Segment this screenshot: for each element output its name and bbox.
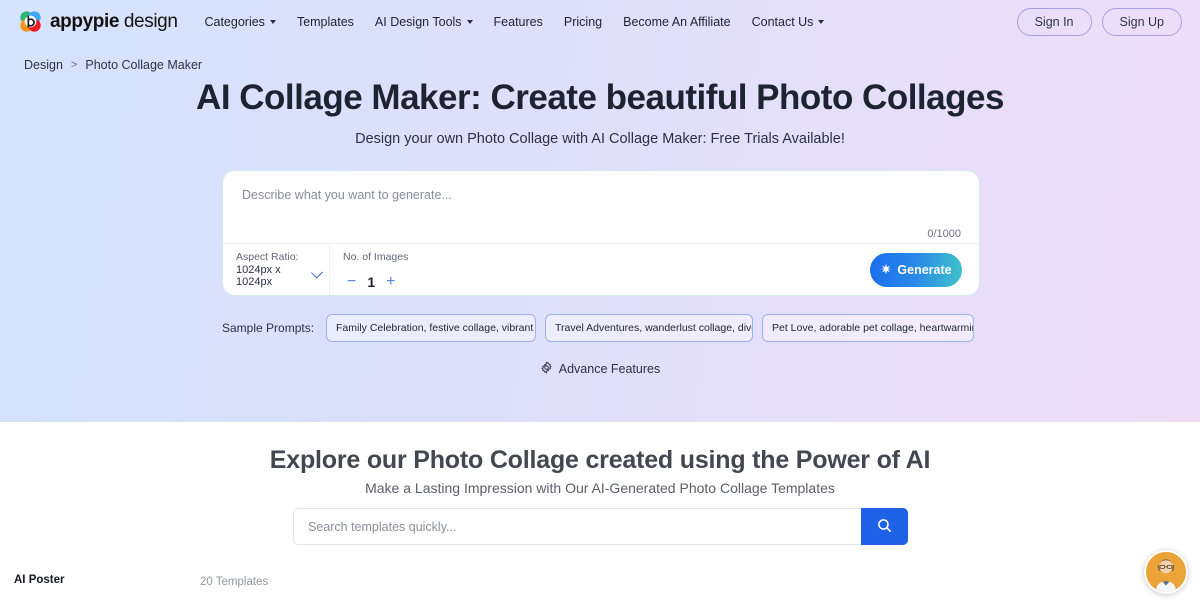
appypie-flower-logo-icon	[18, 9, 43, 34]
search-button[interactable]	[861, 508, 908, 545]
breadcrumb-item-current: Photo Collage Maker	[85, 58, 203, 72]
sparkle-icon	[880, 263, 892, 278]
chevron-down-icon	[818, 19, 825, 24]
nav-links: Categories Templates AI Design Tools Fea…	[204, 14, 825, 29]
auth-buttons: Sign In Sign Up	[1016, 7, 1182, 36]
advance-features-label: Advance Features	[558, 362, 661, 376]
sample-prompt-chip[interactable]: Pet Love, adorable pet collage, heartwar…	[762, 314, 974, 342]
breadcrumb: Design > Photo Collage Maker	[24, 58, 202, 72]
template-results-strip: AI Poster 20 Templates	[0, 570, 1200, 610]
search-input[interactable]	[293, 508, 861, 545]
breadcrumb-item-design[interactable]: Design	[24, 58, 63, 72]
template-count: 20 Templates	[200, 576, 269, 588]
page-title: AI Collage Maker: Create beautiful Photo…	[196, 78, 1004, 117]
generate-button-label: Generate	[897, 263, 952, 277]
generate-button[interactable]: Generate	[870, 253, 962, 287]
generator-card: Describe what you want to generate... 0/…	[222, 170, 980, 296]
aspect-ratio-label: Aspect Ratio:	[236, 250, 299, 263]
quantity-stepper: − 1 +	[347, 273, 395, 290]
quantity-value: 1	[367, 273, 376, 290]
gear-icon	[540, 361, 553, 377]
page-root: appypie design Categories Templates AI D…	[0, 0, 1200, 610]
sign-up-button[interactable]: Sign Up	[1101, 7, 1182, 36]
sample-prompt-chip[interactable]: Family Celebration, festive collage, vib…	[326, 314, 536, 342]
top-navigation-bar: appypie design Categories Templates AI D…	[0, 0, 1200, 43]
number-of-images-control: No. of Images − 1 +	[330, 244, 450, 296]
explore-section-subtitle: Make a Lasting Impression with Our AI-Ge…	[365, 480, 835, 496]
brand-name: appypie design	[50, 10, 178, 32]
explore-section-title: Explore our Photo Collage created using …	[269, 446, 931, 474]
aspect-ratio-select[interactable]: Aspect Ratio: 1024px x 1024px	[223, 244, 329, 296]
nav-item-templates[interactable]: Templates	[297, 15, 354, 29]
increment-button[interactable]: +	[386, 273, 395, 290]
nav-label: Templates	[296, 14, 354, 29]
nav-label: Become An Affiliate	[623, 14, 731, 29]
nav-label: AI Design Tools	[374, 14, 462, 29]
nav-item-become-an-affiliate[interactable]: Become An Affiliate	[623, 15, 730, 29]
sample-prompt-chip[interactable]: Travel Adventures, wanderlust collage, d…	[545, 314, 753, 342]
sample-prompts-row: Sample Prompts: Family Celebration, fest…	[222, 314, 980, 342]
sign-in-button[interactable]: Sign In	[1016, 7, 1092, 36]
nav-item-ai-design-tools[interactable]: AI Design Tools	[375, 15, 473, 29]
brand-logo[interactable]: appypie design	[18, 9, 178, 34]
advance-features-toggle[interactable]: Advance Features	[0, 361, 1200, 377]
character-counter: 0/1000	[927, 228, 961, 240]
template-search-bar	[293, 508, 908, 545]
nav-label: Contact Us	[751, 14, 814, 29]
generator-controls: Aspect Ratio: 1024px x 1024px No. of Ima…	[223, 243, 979, 296]
nav-label: Features	[493, 14, 543, 29]
nav-item-features[interactable]: Features	[494, 15, 543, 29]
chevron-down-icon	[269, 19, 276, 24]
aspect-ratio-value: 1024px x 1024px	[236, 263, 281, 288]
page-subtitle: Design your own Photo Collage with AI Co…	[355, 131, 845, 147]
prompt-placeholder: Describe what you want to generate...	[242, 188, 452, 202]
breadcrumb-separator-icon: >	[70, 59, 78, 71]
support-agent-avatar-icon	[1146, 552, 1186, 592]
prompt-area[interactable]: Describe what you want to generate... 0/…	[223, 171, 979, 243]
search-icon	[876, 517, 893, 537]
nav-label: Pricing	[563, 14, 603, 29]
nav-item-pricing[interactable]: Pricing	[564, 15, 602, 29]
support-chat-widget[interactable]	[1144, 550, 1188, 594]
number-of-images-label: No. of Images	[343, 250, 409, 263]
chevron-down-icon	[466, 19, 473, 24]
nav-label: Categories	[204, 14, 265, 29]
nav-item-contact-us[interactable]: Contact Us	[752, 15, 825, 29]
decrement-button[interactable]: −	[347, 273, 356, 290]
nav-item-categories[interactable]: Categories	[204, 14, 276, 29]
category-label[interactable]: AI Poster	[14, 574, 65, 586]
sample-prompts-label: Sample Prompts:	[222, 321, 315, 335]
